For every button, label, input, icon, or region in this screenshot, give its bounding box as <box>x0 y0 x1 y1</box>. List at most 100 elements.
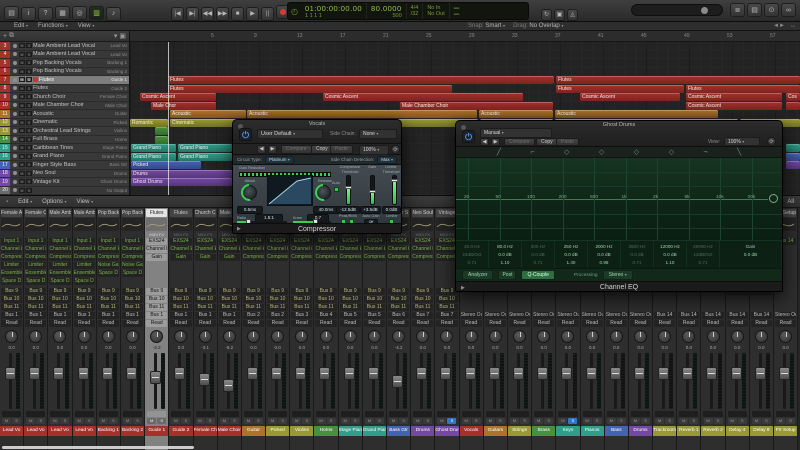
region[interactable]: Flutes <box>686 84 800 93</box>
mixer-channel-strip[interactable]: FlutesMIDI FXEXS24Channel EQGainBus 9Bus… <box>145 208 170 450</box>
mixer-channel-strip[interactable]: Male Amb Input 1Channel EQCompressorLimit… <box>48 208 73 450</box>
fx-slot[interactable]: Channel EQ <box>73 246 95 253</box>
volume-fader[interactable] <box>292 351 311 411</box>
pause-icon[interactable]: || <box>261 7 274 21</box>
automation-mode-slot[interactable]: Read <box>73 320 95 327</box>
tuner-icon[interactable]: ◬ <box>567 8 578 21</box>
mute-button[interactable]: M <box>19 77 25 83</box>
mute-button[interactable]: M <box>19 111 25 117</box>
automation-mode-slot[interactable]: Read <box>363 320 385 327</box>
input-slot[interactable]: EXS24 <box>267 238 289 245</box>
eq-thumbnail[interactable] <box>97 218 119 231</box>
high-cut-icon[interactable]: ╲ <box>737 148 741 156</box>
mute-button[interactable]: M <box>19 179 25 185</box>
go-to-end-icon[interactable]: ▶| <box>186 6 199 21</box>
mixer-channel-strip[interactable]: CaribbeaMIDI FXEXS24Channel EQCompressor… <box>338 208 363 450</box>
fx-slot[interactable]: Space D <box>1 278 23 285</box>
zoom-slider-icon[interactable]: ↔ <box>790 23 796 29</box>
solo-button[interactable]: S <box>592 418 602 424</box>
library-icon[interactable]: ▤ <box>4 6 19 20</box>
send-slot[interactable]: Bus 9 <box>170 288 192 295</box>
volume-fader[interactable] <box>437 351 456 411</box>
fx-slot[interactable]: Channel EQ <box>121 246 144 253</box>
automation-mode-slot[interactable]: Read <box>484 320 506 327</box>
track-sort-icon[interactable]: ▾ <box>114 32 118 40</box>
channel-name-label[interactable]: Stage Piano <box>338 426 362 436</box>
mute-button[interactable]: M <box>316 418 326 424</box>
region[interactable]: Cosmic Ascent <box>686 101 782 110</box>
paste-button[interactable]: Paste <box>556 138 579 146</box>
automation-mode-slot[interactable]: Read <box>1 320 23 327</box>
analyzer-button[interactable]: Analyzer <box>462 270 494 280</box>
list-editors-icon[interactable]: ≣ <box>730 3 745 17</box>
send-slot[interactable]: Bus 9 <box>73 288 95 295</box>
input-slot[interactable]: Input 1 <box>25 238 47 245</box>
output-slot[interactable]: Bus 14 <box>654 312 676 319</box>
region[interactable]: Acoustic <box>555 110 718 118</box>
solo-button[interactable]: S <box>302 418 312 424</box>
mixer-icon[interactable]: ▥ <box>89 6 104 20</box>
duplicate-track-button[interactable]: ⧉ <box>9 32 14 40</box>
automation-mode-slot[interactable]: Read <box>775 320 797 327</box>
region[interactable]: Grand Piano <box>178 144 232 152</box>
send-slot[interactable]: Bus 9 <box>146 288 168 295</box>
solo-button[interactable]: S <box>761 418 771 424</box>
input-slot[interactable]: Input 1 <box>73 238 95 245</box>
disclosure-icon[interactable]: ▶ <box>461 282 465 291</box>
automation-mode-slot[interactable]: Read <box>388 320 410 327</box>
fx-slot[interactable]: Limiter <box>1 262 23 269</box>
solo-button[interactable]: S <box>26 43 32 49</box>
mixer-channel-strip[interactable]: AcousticMIDI FXEXS24Channel EQCompressor… <box>241 208 267 450</box>
automation-mode-slot[interactable]: Read <box>436 320 458 327</box>
mute-button[interactable]: M <box>219 418 229 424</box>
automation-mode-slot[interactable]: Read <box>654 320 676 327</box>
send-slot[interactable]: Bus 10 <box>218 296 240 303</box>
region[interactable] <box>155 127 168 135</box>
mixer-horizontal-scrollbar[interactable] <box>2 446 194 449</box>
fader-handle[interactable] <box>198 373 210 387</box>
track-header[interactable]: 18 M S Neo Soul Drums <box>0 169 129 178</box>
solo-button[interactable]: S <box>181 418 191 424</box>
output-slot[interactable]: Bus 14 <box>726 312 748 319</box>
channel-setting-button[interactable]: Female A <box>1 209 23 217</box>
track-header[interactable]: 19 M S Vintage Kit Ghost Drums <box>0 178 129 187</box>
playhead[interactable] <box>168 42 169 195</box>
pan-knob[interactable] <box>174 330 188 343</box>
solo-button[interactable]: S <box>278 418 288 424</box>
channel-name-label[interactable]: P​ianos <box>580 426 604 436</box>
volume-fader[interactable] <box>123 351 142 411</box>
fader-handle[interactable] <box>754 367 766 380</box>
mute-button[interactable]: M <box>243 418 253 424</box>
eq-thumbnail[interactable] <box>121 218 144 231</box>
send-slot[interactable]: Bus 9 <box>194 288 216 295</box>
disclosure-icon[interactable]: ▶ <box>237 224 241 233</box>
mute-button[interactable]: M <box>50 418 60 424</box>
fader-handle[interactable] <box>367 367 379 380</box>
pan-knob[interactable] <box>537 330 551 343</box>
channel-name-label[interactable]: Lead Vo <box>24 426 48 436</box>
peak-band-icon[interactable]: ◇ <box>634 148 639 156</box>
channel-setting-button[interactable]: Pop Back <box>121 209 144 217</box>
solo-button[interactable]: S <box>520 418 530 424</box>
input-slot[interactable]: Input 1 <box>49 238 71 245</box>
mute-button[interactable]: M <box>19 145 25 151</box>
auto-release-checkbox[interactable] <box>334 187 339 192</box>
plugin-power-icon[interactable]: ⏻ <box>239 128 252 141</box>
channel-name-label[interactable]: Drums <box>628 426 653 436</box>
fader-handle[interactable] <box>125 367 137 380</box>
channel-name-label[interactable]: Lead Vo <box>48 426 72 436</box>
solo-button[interactable]: S <box>26 145 32 151</box>
prev-preset-button[interactable]: ◀ <box>257 145 266 154</box>
channel-setting-button[interactable]: Flutes <box>170 209 192 217</box>
mute-button[interactable]: M <box>751 418 761 424</box>
mute-button[interactable]: M <box>19 187 25 193</box>
compressor-window[interactable]: Vocals ⏻ User Default ▾ Side Chain: None… <box>232 119 402 234</box>
next-preset-button[interactable]: ▶ <box>268 145 277 154</box>
solo-button[interactable]: S <box>157 418 167 424</box>
mute-button[interactable]: M <box>19 94 25 100</box>
volume-fader[interactable] <box>776 351 795 411</box>
send-slot[interactable]: Bus 9 <box>49 288 71 295</box>
region[interactable]: Ghost Drums <box>131 178 232 186</box>
send-slot[interactable]: Bus 10 <box>121 296 144 303</box>
automation-mode-slot[interactable]: Read <box>25 320 47 327</box>
